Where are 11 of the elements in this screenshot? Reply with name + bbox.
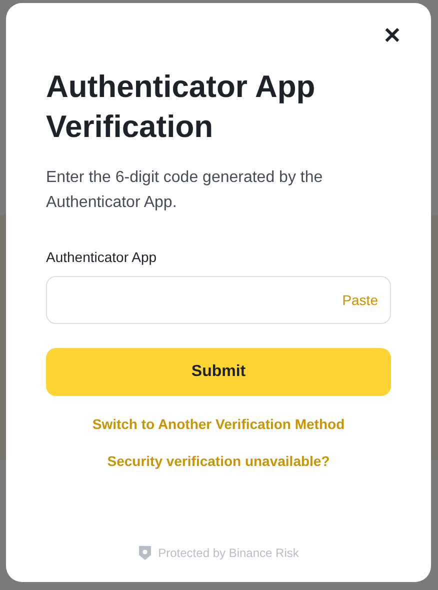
paste-link[interactable]: Paste <box>342 290 378 310</box>
dialog-description: Enter the 6-digit code generated by the Authenticator App. <box>46 168 324 213</box>
submit-button[interactable]: Submit <box>46 348 391 396</box>
dialog-title: Authenticator App Verification <box>46 68 316 146</box>
verification-link[interactable]: Security verification unavailable? <box>107 451 330 472</box>
code-field[interactable]: Paste <box>46 276 391 324</box>
field-label: Authenticator App <box>46 248 158 267</box>
footer-text: Protected by Binance Risk <box>158 545 299 562</box>
verification-link[interactable]: Switch to Another Verification Method <box>92 414 345 435</box>
shield-icon <box>138 545 152 561</box>
close-button[interactable]: ✕ <box>379 23 405 49</box>
